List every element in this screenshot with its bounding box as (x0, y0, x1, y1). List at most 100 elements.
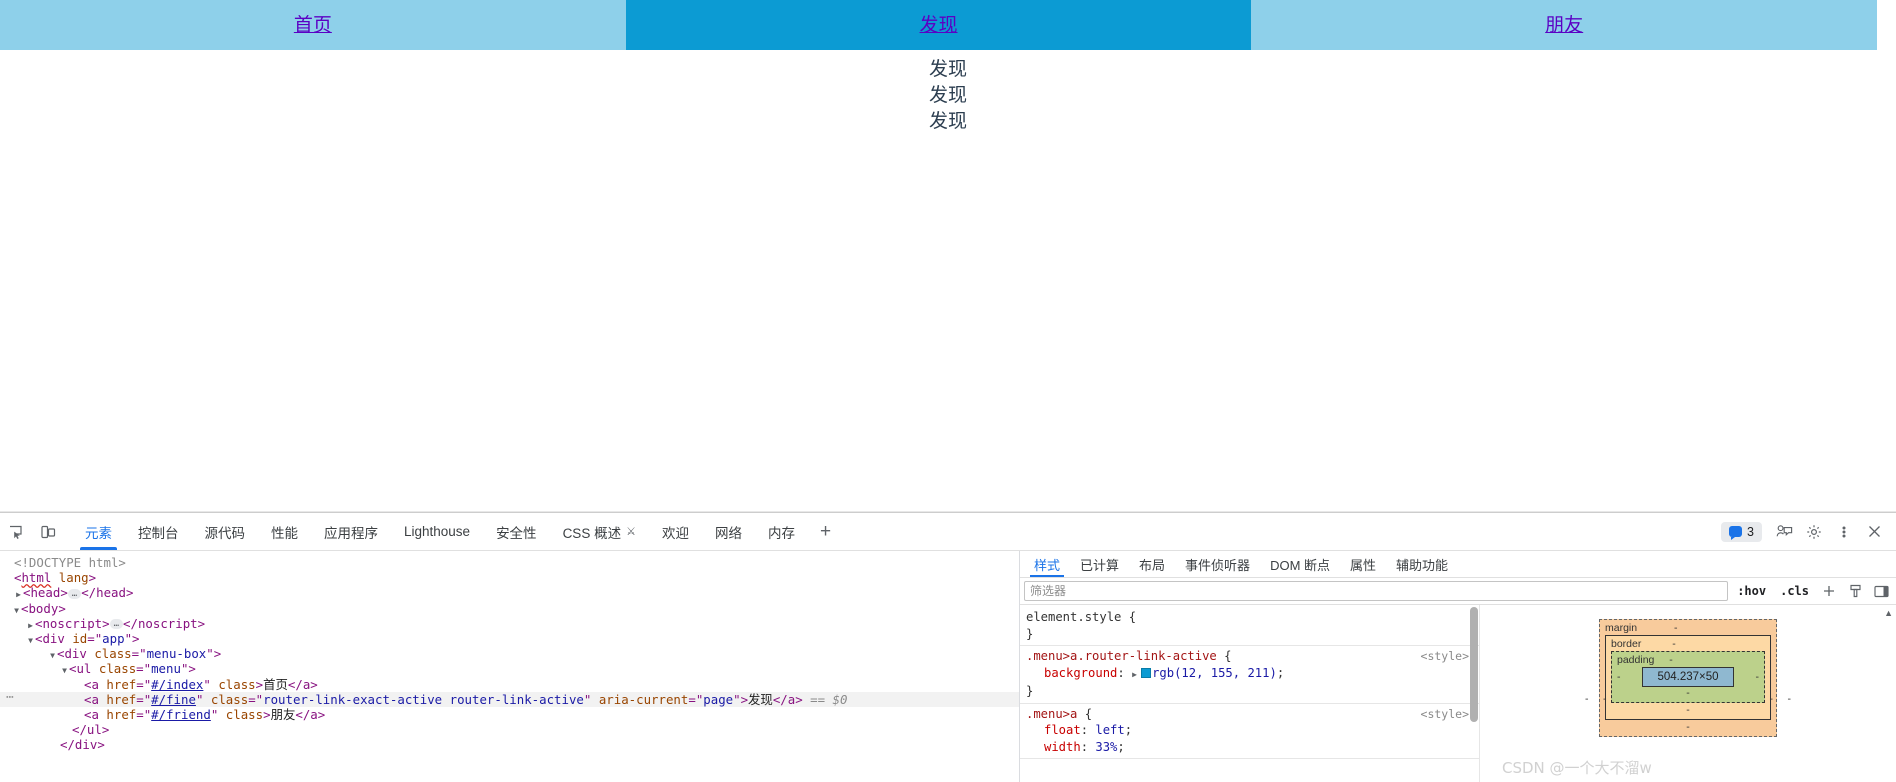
styles-tab-properties[interactable]: 属性 (1340, 551, 1386, 577)
tab-security[interactable]: 安全性 (483, 513, 550, 550)
styles-tab-accessibility[interactable]: 辅助功能 (1386, 551, 1458, 577)
css-selector[interactable]: .menu>a (1026, 707, 1077, 721)
tab-label: 属性 (1350, 557, 1377, 573)
border-right-value[interactable]: - (1770, 693, 1774, 705)
toggle-sidebar-icon[interactable] (1870, 581, 1892, 601)
css-property-value[interactable]: left (1095, 723, 1124, 737)
border-top-value[interactable]: - (1644, 638, 1676, 650)
dom-node-div-menubox[interactable]: <div class="menu-box"> (0, 646, 1019, 661)
dom-node-a-fine[interactable]: ⋯ <a href="#/fine" class="router-link-exa… (0, 690, 1019, 707)
devtools-toolbar-right: 3 (1721, 513, 1896, 550)
expand-value-triangle-icon[interactable]: ▶ (1132, 667, 1141, 684)
menu-link-index[interactable]: 首页 (0, 0, 626, 50)
css-selector[interactable]: element.style (1026, 610, 1121, 624)
css-property-value[interactable]: rgb(12, 155, 211) (1152, 666, 1277, 680)
attr-value-href[interactable]: #/index (151, 677, 203, 692)
dom-node-ul-menu[interactable]: <ul class="menu"> (0, 661, 1019, 676)
box-model-padding[interactable]: padding - - 504.237×50 - - (1611, 651, 1765, 703)
dom-node-div-app[interactable]: <div id="app"> (0, 631, 1019, 646)
tab-sources[interactable]: 源代码 (192, 513, 259, 550)
style-pen-icon[interactable] (1844, 581, 1866, 601)
padding-bottom-value[interactable]: - (1617, 688, 1759, 699)
css-property-name[interactable]: width (1044, 740, 1081, 754)
css-rule-menu-a[interactable]: <style> .menu>a { float: left; width: 33… (1020, 704, 1479, 759)
tag-name-close: div (74, 737, 98, 753)
box-model-content-size[interactable]: 504.237×50 (1642, 667, 1734, 687)
dom-node-body[interactable]: <body> (0, 601, 1019, 616)
margin-left-value[interactable]: - (1585, 693, 1589, 705)
padding-left-value[interactable]: - (1617, 671, 1621, 683)
styles-tab-layout[interactable]: 布局 (1129, 551, 1175, 577)
csdn-watermark: CSDN @一个大不溜w (1502, 759, 1652, 777)
attr-name: href (106, 691, 137, 707)
tab-css-overview[interactable]: CSS 概述 ⚔ (550, 513, 649, 550)
css-property-value[interactable]: 33% (1095, 740, 1117, 754)
tab-lighthouse[interactable]: Lighthouse (391, 513, 483, 550)
tab-console[interactable]: 控制台 (125, 513, 192, 550)
dom-node-head[interactable]: <head>…</head> (0, 585, 1019, 600)
node-more-icon[interactable]: ⋯ (6, 690, 14, 705)
margin-top-value[interactable]: - (1640, 622, 1678, 634)
dom-tree-pane[interactable]: <!DOCTYPE html> <html lang> <head>…</hea… (0, 551, 1020, 782)
tab-elements[interactable]: 元素 (72, 513, 125, 550)
dom-node-a-friend[interactable]: <a href="#/friend" class>朋友</a> (0, 707, 1019, 722)
attr-value: menu-box (146, 646, 207, 662)
tab-network[interactable]: 网络 (702, 513, 755, 550)
gear-icon[interactable] (1800, 518, 1828, 546)
padding-right-value[interactable]: - (1756, 671, 1760, 683)
cls-toggle-button[interactable]: .cls (1775, 583, 1814, 599)
dom-node-html[interactable]: <html lang> (0, 570, 1019, 585)
styles-filter-input[interactable] (1024, 581, 1729, 601)
attr-name: href (106, 676, 137, 692)
styles-tab-styles[interactable]: 样式 (1024, 551, 1070, 577)
margin-right-value[interactable]: - (1788, 693, 1792, 705)
add-panel-button[interactable]: + (808, 513, 843, 550)
attr-name: class (218, 676, 256, 692)
css-rule-router-link-active[interactable]: <style> .menu>a.router-link-active { bac… (1020, 646, 1479, 704)
collapsed-children-icon[interactable]: … (67, 588, 82, 599)
border-bottom-value[interactable]: - (1611, 703, 1765, 716)
css-rules-list[interactable]: element.style { } <style> .menu>a.router… (1020, 605, 1480, 782)
inspect-cursor-icon[interactable] (0, 513, 32, 550)
dom-node-noscript[interactable]: <noscript>…</noscript> (0, 616, 1019, 631)
kebab-menu-icon[interactable] (1830, 518, 1858, 546)
hov-toggle-button[interactable]: :hov (1732, 583, 1771, 599)
color-swatch[interactable] (1141, 667, 1152, 678)
message-count-badge[interactable]: 3 (1721, 521, 1762, 542)
css-rule-element-style[interactable]: element.style { } (1020, 607, 1479, 646)
padding-top-value[interactable]: - (1657, 654, 1673, 666)
tag-name-close: head (96, 585, 126, 601)
feedback-icon[interactable] (1770, 518, 1798, 546)
margin-bottom-value[interactable]: - (1605, 720, 1771, 733)
css-property-name[interactable]: float (1044, 723, 1081, 737)
scroll-up-arrow-icon[interactable]: ▲ (1884, 608, 1893, 618)
styles-tab-event-listeners[interactable]: 事件侦听器 (1175, 551, 1260, 577)
box-model-border[interactable]: border - padding - - 504.237×50 - - - (1605, 635, 1771, 720)
box-model-margin-label: margin - (1605, 623, 1771, 634)
styles-tab-dom-breakpoints[interactable]: DOM 断点 (1260, 551, 1340, 577)
collapsed-children-icon[interactable]: … (109, 619, 124, 630)
device-toolbar-icon[interactable] (32, 513, 64, 550)
css-selector[interactable]: .menu>a.router-link-active (1026, 649, 1217, 663)
tab-welcome[interactable]: 欢迎 (649, 513, 702, 550)
css-declaration[interactable]: background: ▶ rgb(12, 155, 211); (1026, 665, 1479, 684)
tab-label: 事件侦听器 (1185, 557, 1251, 573)
tab-performance[interactable]: 性能 (258, 513, 311, 550)
attr-value-href[interactable]: #/friend (151, 707, 211, 722)
box-model-margin[interactable]: margin - border - padding - - 504.237×50… (1599, 619, 1777, 737)
tab-memory[interactable]: 内存 (755, 513, 808, 550)
menu-link-friend[interactable]: 朋友 (1251, 0, 1878, 50)
menu-link-fine[interactable]: 发现 (625, 0, 1252, 50)
attr-value-href[interactable]: #/fine (151, 692, 196, 707)
plus-icon[interactable] (1818, 581, 1840, 601)
tab-label: 应用程序 (324, 525, 378, 541)
css-property-name[interactable]: background (1044, 666, 1117, 680)
css-rules-scrollbar[interactable] (1470, 607, 1478, 722)
styles-tab-computed[interactable]: 已计算 (1070, 551, 1129, 577)
css-declaration[interactable]: float: left; (1026, 722, 1479, 739)
tab-application[interactable]: 应用程序 (311, 513, 391, 550)
border-left-value[interactable]: - (1603, 693, 1607, 705)
dom-node-a-index[interactable]: <a href="#/index" class>首页</a> (0, 677, 1019, 692)
close-icon[interactable] (1860, 518, 1888, 546)
css-declaration[interactable]: width: 33%; (1026, 739, 1479, 756)
